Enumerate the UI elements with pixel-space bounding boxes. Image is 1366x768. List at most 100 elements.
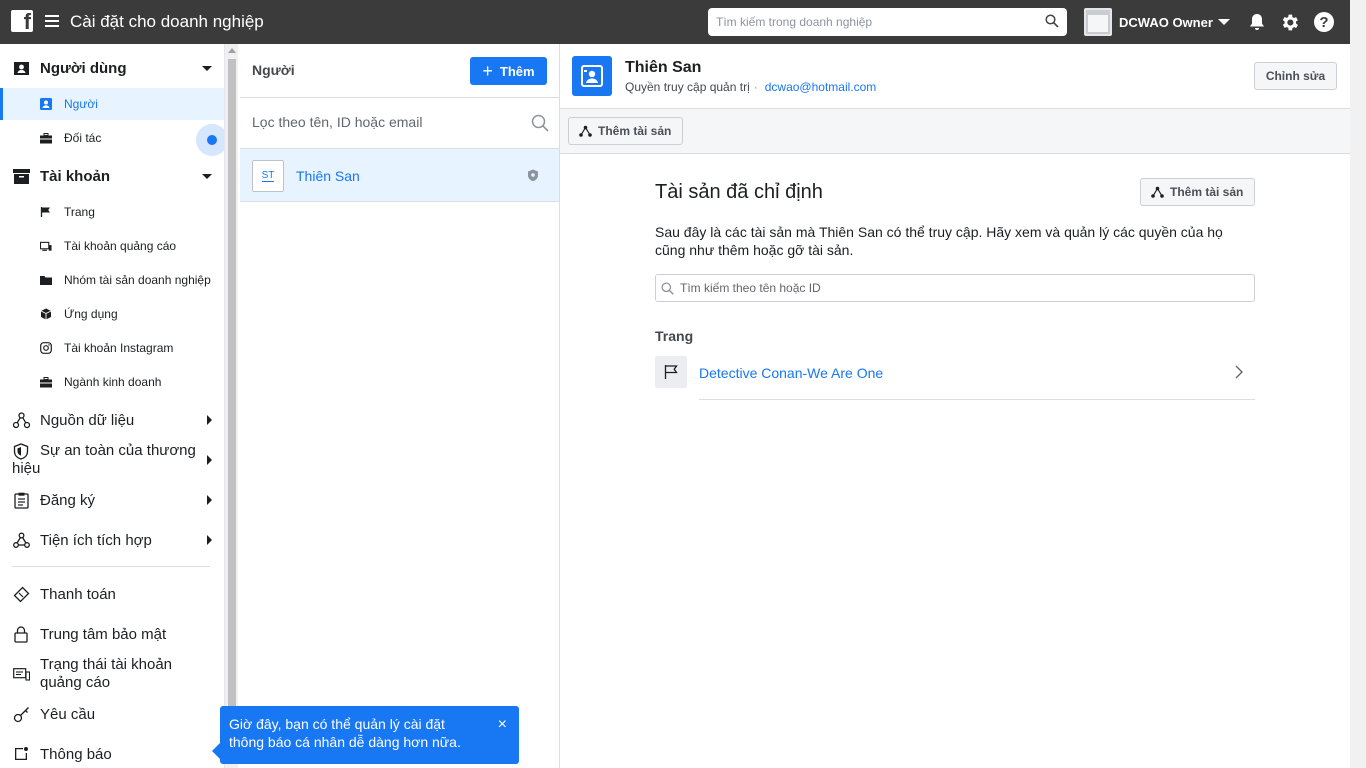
sidebar-item-label: Trang — [64, 205, 95, 219]
facebook-logo-icon[interactable]: f — [11, 10, 33, 32]
account-avatar — [1084, 8, 1112, 36]
notification-toast: Giờ đây, bạn có thể quản lý cài đặt thôn… — [212, 706, 519, 764]
access-level: Quyền truy cập quản trị — [625, 80, 750, 94]
add-person-button[interactable]: + Thêm — [470, 57, 547, 85]
app-title: Cài đặt cho doanh nghiệp — [70, 12, 264, 31]
sidebar-item-people[interactable]: Người — [0, 88, 224, 120]
people-filter[interactable] — [240, 98, 559, 149]
sidebar-item-pages[interactable]: Trang — [0, 196, 224, 228]
sidebar-section-data-sources[interactable]: Nguồn dữ liệu — [0, 410, 224, 430]
sidebar-section-accounts[interactable]: Tài khoản — [0, 166, 224, 186]
scroll-up-icon[interactable] — [228, 48, 236, 53]
scrollbar-thumb[interactable] — [228, 59, 236, 759]
people-title: Người — [252, 62, 295, 78]
people-panel: Người + Thêm ST Thiên San — [240, 44, 560, 768]
add-button-label: Thêm — [499, 63, 535, 79]
sidebar-item-ad-account-status[interactable]: Trạng thái tài khoản quảng cáo — [0, 656, 224, 692]
sidebar-item-lines-of-business[interactable]: Ngành kinh doanh — [0, 366, 224, 398]
menu-icon[interactable] — [45, 15, 59, 27]
sidebar-item-requests[interactable]: Yêu cầu — [0, 704, 224, 724]
person-initials: ST — [261, 170, 275, 182]
sidebar-item-security-center[interactable]: Trung tâm bảo mật — [0, 624, 224, 644]
people-header: Người + Thêm — [240, 44, 559, 98]
sidebar-section-registrations[interactable]: Đăng ký — [0, 490, 224, 510]
window-scrollbar[interactable] — [1350, 0, 1366, 768]
asset-row[interactable]: Detective Conan-We Are One — [655, 355, 1255, 401]
edit-button[interactable]: Chỉnh sửa — [1254, 62, 1337, 90]
top-bar: f Cài đặt cho doanh nghiệp DCWAO Owner ? — [0, 0, 1350, 44]
account-switcher[interactable]: DCWAO Owner — [1084, 8, 1230, 36]
tag-icon — [12, 585, 30, 603]
close-icon[interactable]: × — [498, 717, 507, 733]
sidebar-item-partners[interactable]: Đối tác — [0, 122, 224, 154]
detail-toolbar: Thêm tài sản — [560, 109, 1350, 154]
person-email-link[interactable]: dcwao@hotmail.com — [765, 80, 877, 94]
sidebar-item-apps[interactable]: Ứng dụng — [0, 298, 224, 330]
key-icon — [12, 705, 30, 723]
person-card-icon — [572, 56, 612, 96]
ad-account-icon — [40, 240, 52, 252]
sidebar-item-payments[interactable]: Thanh toán — [0, 584, 224, 604]
add-assets-label: Thêm tài sản — [1170, 185, 1244, 199]
sidebar-section-label: Nguồn dữ liệu — [40, 411, 135, 429]
sidebar-section-integrations[interactable]: Tiện ích tích hợp — [0, 530, 224, 550]
business-search-input[interactable] — [716, 15, 1036, 29]
assigned-assets-title: Tài sản đã chỉ định — [655, 181, 823, 203]
sidebar-item-label: Nhóm tài sản doanh nghiệp — [64, 273, 211, 287]
cube-icon — [40, 308, 52, 320]
assets-search[interactable] — [655, 274, 1255, 302]
instagram-icon — [40, 342, 52, 354]
ad-account-icon — [12, 665, 30, 683]
people-filter-input[interactable] — [252, 114, 512, 130]
sidebar-scrollbar[interactable] — [224, 44, 238, 768]
accounts-icon — [12, 167, 30, 185]
chevron-right-icon — [1235, 365, 1243, 379]
sidebar-divider — [12, 566, 210, 567]
sidebar-section-label: Sự an toàn của thương hiệu — [12, 442, 196, 477]
asset-name[interactable]: Detective Conan-We Are One — [699, 365, 883, 381]
detail-header: Thiên San Quyền truy cập quản trị · dcwao@… — [560, 44, 1350, 109]
sidebar-section-brand-safety[interactable]: Sự an toàn của thương hiệu — [0, 442, 224, 478]
sidebar-section-label: Người dùng — [40, 59, 127, 77]
person-detail: Thiên San Quyền truy cập quản trị · dcwao@… — [560, 44, 1350, 768]
caret-right-icon — [207, 495, 212, 505]
sidebar: Người dùng Người Đối tác Tài khoản Trang… — [0, 44, 224, 768]
add-assets-button-secondary[interactable]: Thêm tài sản — [1140, 178, 1256, 206]
caret-down-icon — [202, 173, 212, 179]
sidebar-item-notifications[interactable]: Thông báo — [0, 744, 224, 764]
sidebar-section-label: Đăng ký — [40, 491, 96, 509]
folder-icon — [40, 274, 52, 286]
person-row[interactable]: ST Thiên San — [240, 149, 559, 202]
lock-icon — [12, 625, 30, 643]
integrations-icon — [12, 531, 30, 549]
search-icon — [661, 282, 674, 295]
notification-icon — [12, 745, 30, 763]
sidebar-section-label: Tiện ích tích hợp — [40, 531, 152, 549]
assets-search-input[interactable] — [680, 281, 1240, 295]
toast-message: Giờ đây, bạn có thể quản lý cài đặt thôn… — [229, 716, 461, 750]
sidebar-item-ad-accounts[interactable]: Tài khoản quảng cáo — [0, 230, 224, 262]
sidebar-item-instagram-accounts[interactable]: Tài khoản Instagram — [0, 332, 224, 364]
bell-icon[interactable] — [1246, 11, 1268, 33]
caret-right-icon — [207, 415, 212, 425]
data-sources-icon — [12, 411, 30, 429]
help-icon[interactable]: ? — [1313, 11, 1335, 33]
gear-icon[interactable] — [1278, 11, 1300, 33]
sidebar-section-users[interactable]: Người dùng — [0, 58, 224, 78]
sidebar-item-label: Thanh toán — [40, 585, 116, 603]
sidebar-item-business-asset-groups[interactable]: Nhóm tài sản doanh nghiệp — [0, 264, 224, 296]
search-icon — [531, 114, 549, 132]
sidebar-item-label: Tài khoản Instagram — [64, 341, 174, 355]
flag-icon — [40, 206, 52, 218]
assets-icon — [1151, 186, 1164, 198]
briefcase-icon — [40, 132, 52, 144]
add-assets-button[interactable]: Thêm tài sản — [568, 117, 684, 145]
flag-icon — [655, 356, 687, 388]
sidebar-item-label: Ngành kinh doanh — [64, 375, 162, 389]
sidebar-item-label: Người — [64, 97, 98, 111]
search-icon[interactable] — [1045, 14, 1059, 28]
account-name: DCWAO Owner — [1119, 14, 1213, 30]
person-avatar: ST — [252, 160, 284, 192]
business-search[interactable] — [708, 8, 1067, 36]
person-subtitle: Quyền truy cập quản trị · dcwao@hotmail.co… — [625, 80, 876, 94]
